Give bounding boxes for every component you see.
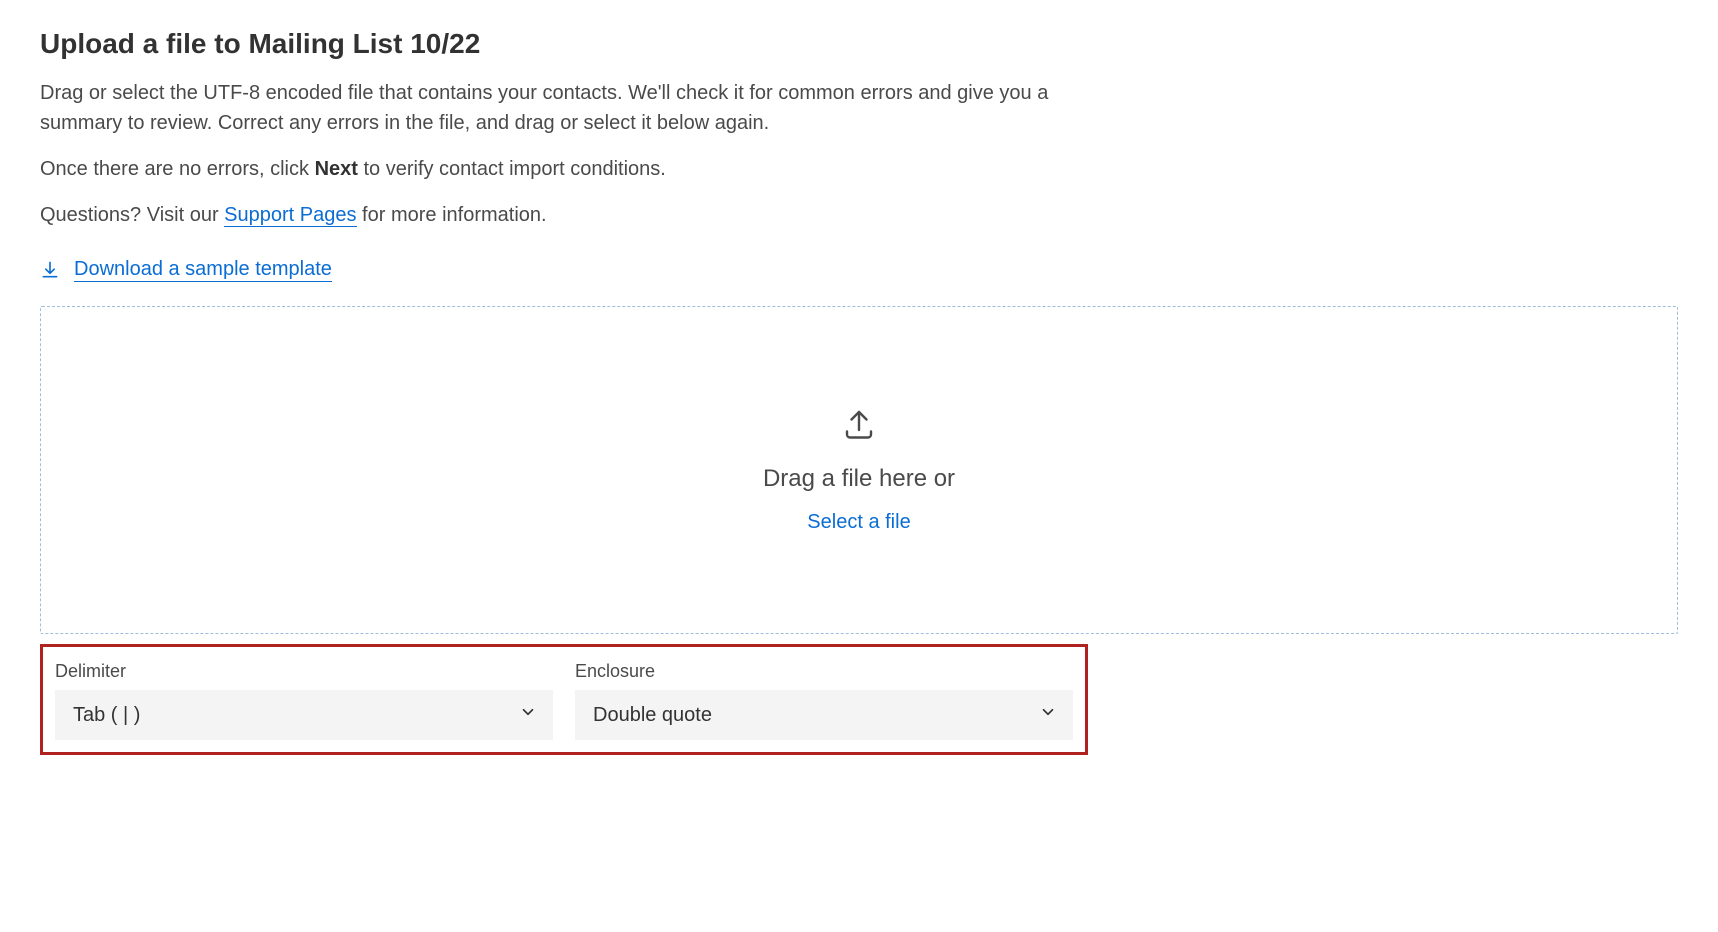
delimiter-select[interactable]: Tab ( | ) [55,690,553,740]
intro-paragraph-1: Drag or select the UTF-8 encoded file th… [40,78,1050,138]
enclosure-field: Enclosure Double quote [575,661,1073,740]
delimiter-field: Delimiter Tab ( | ) [55,661,553,740]
intro-p2-bold: Next [315,158,358,180]
support-pages-link[interactable]: Support Pages [224,204,356,227]
intro-p3-pre: Questions? Visit our [40,204,224,226]
chevron-down-icon [1039,703,1057,727]
intro-p2-post: to verify contact import conditions. [358,158,666,180]
file-dropzone[interactable]: Drag a file here or Select a file [40,306,1678,634]
delimiter-value: Tab ( | ) [73,704,140,727]
dropzone-text: Drag a file here or [763,465,955,493]
enclosure-select[interactable]: Double quote [575,690,1073,740]
download-template-row: Download a sample template [40,258,1678,282]
chevron-down-icon [519,703,537,727]
enclosure-value: Double quote [593,704,712,727]
select-file-link[interactable]: Select a file [807,511,910,534]
intro-p2-pre: Once there are no errors, click [40,158,315,180]
page-title: Upload a file to Mailing List 10/22 [40,28,1678,60]
upload-icon [839,406,879,447]
intro-paragraph-3: Questions? Visit our Support Pages for m… [40,200,1050,230]
download-icon [40,260,60,280]
enclosure-label: Enclosure [575,661,1073,682]
delimiter-label: Delimiter [55,661,553,682]
download-template-link[interactable]: Download a sample template [74,258,332,282]
options-highlight-box: Delimiter Tab ( | ) Enclosure Double quo… [40,644,1088,755]
intro-paragraph-2: Once there are no errors, click Next to … [40,154,1050,184]
intro-p3-post: for more information. [357,204,547,226]
